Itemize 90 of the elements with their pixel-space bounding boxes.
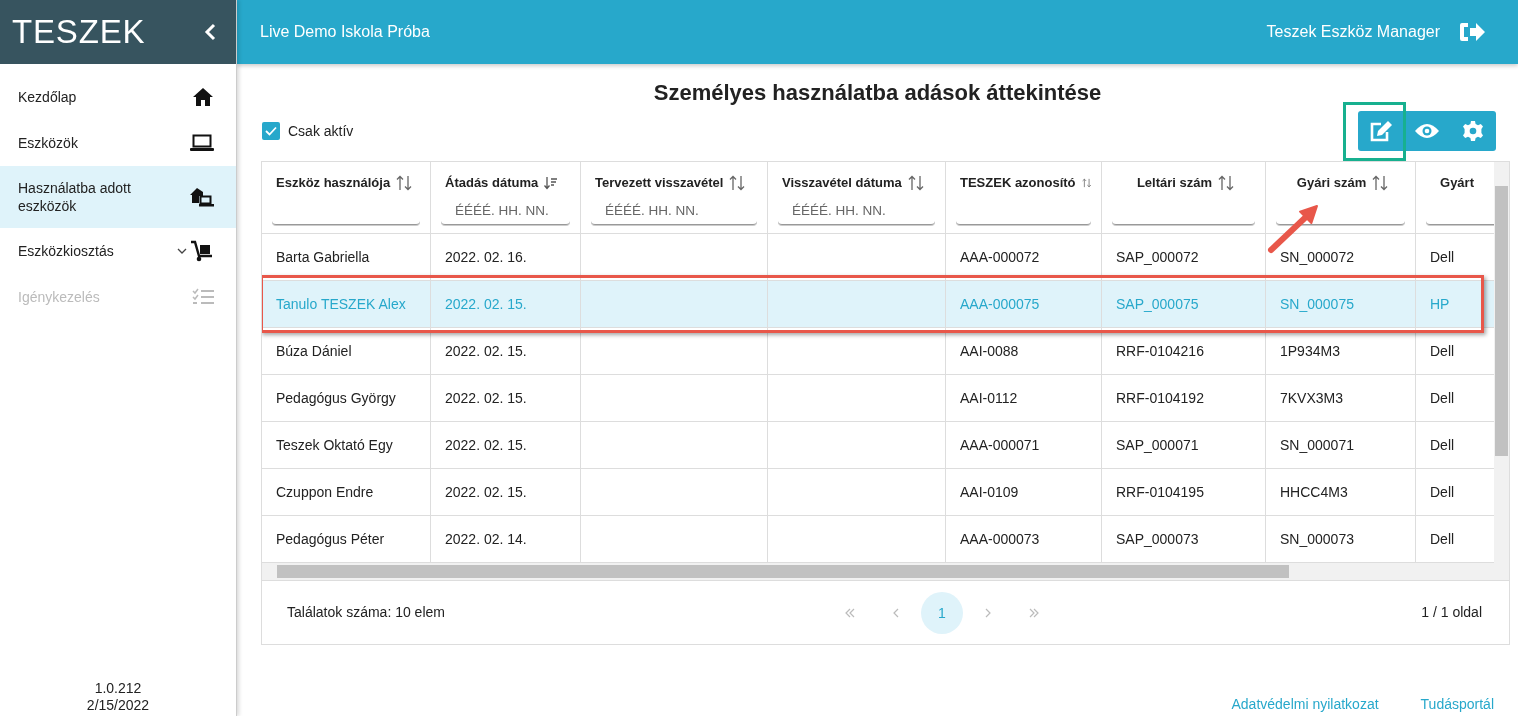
date-filter-field[interactable]: ÉÉÉÉ. HH. NN. — [441, 199, 570, 225]
table-cell-text: AAA-000072 — [960, 247, 1040, 267]
table-cell-text: 2022. 02. 15. — [445, 435, 527, 455]
table-cell-text: Dell — [1430, 341, 1455, 361]
vertical-scrollbar[interactable] — [1494, 162, 1509, 563]
table-cell-text: Czuppon Endre — [276, 482, 374, 502]
gear-icon — [1462, 120, 1484, 142]
column-header[interactable]: Eszköz használója — [276, 173, 391, 193]
sort-icon[interactable] — [396, 175, 413, 191]
column-header[interactable]: Gyári szám — [1296, 173, 1367, 193]
table-cell-text: RRF-0104192 — [1116, 388, 1204, 408]
page-summary: 1 / 1 oldal — [1421, 603, 1482, 622]
column-header[interactable]: Átadás dátuma — [445, 173, 539, 193]
table-cell-text: Dell — [1430, 529, 1455, 549]
table-cell-text: AAI-0112 — [960, 388, 1018, 408]
table-cell-text: Dell — [1430, 247, 1455, 267]
version-text: 1.0.212 — [94, 680, 142, 697]
sidebar-item[interactable]: Használatba adott eszközök — [0, 166, 236, 228]
table-cell-text: Teszek Oktató Egy — [276, 435, 393, 455]
logout-icon[interactable] — [1458, 20, 1486, 44]
table-cell-text: SAP_000072 — [1116, 247, 1199, 267]
table-cell-text: 2022. 02. 15. — [445, 482, 527, 502]
sort-icon[interactable] — [1218, 175, 1235, 191]
table-cell-text: Pedagógus Péter — [276, 529, 385, 549]
sidebar-item[interactable]: Eszközök — [0, 120, 236, 166]
table-cell-text: 7KVX3M3 — [1280, 388, 1344, 408]
table-cell-text: 2022. 02. 16. — [445, 247, 527, 267]
table-cell-text: HP — [1430, 294, 1450, 314]
date-filter-field[interactable]: ÉÉÉÉ. HH. NN. — [778, 199, 935, 225]
version-date: 2/15/2022 — [86, 697, 150, 714]
hand-truck-icon — [190, 240, 214, 262]
table-cell-text: SAP_000071 — [1116, 435, 1199, 455]
double-chevron-icon — [844, 608, 856, 618]
sidebar-item[interactable]: Eszközkiosztás — [0, 228, 236, 274]
table-cell-text: Barta Gabriella — [276, 247, 370, 267]
edit-icon — [1369, 120, 1393, 142]
table-cell-text: Dell — [1430, 435, 1455, 455]
table-cell-text: 2022. 02. 14. — [445, 529, 527, 549]
table-cell-text: Pedagógus György — [276, 388, 396, 408]
sort-icon[interactable] — [907, 175, 924, 191]
eye-icon — [1414, 122, 1440, 140]
sort-icon[interactable] — [1372, 175, 1389, 191]
table-cell-text: Búza Dániel — [276, 341, 352, 361]
table-cell-text: AAI-0088 — [960, 341, 1019, 361]
table-cell-text: Dell — [1430, 388, 1455, 408]
column-header[interactable]: Tervezett visszavétel — [595, 173, 724, 193]
table-cell-text: Dell — [1430, 482, 1455, 502]
checklist-icon — [192, 288, 214, 306]
table-cell-text: 2022. 02. 15. — [445, 341, 527, 361]
sort-descending-icon[interactable] — [544, 176, 559, 190]
table-cell-text: 1P934M3 — [1280, 341, 1340, 361]
results-count: Találatok száma: 10 elem — [287, 603, 445, 622]
scrollbar-thumb[interactable] — [277, 565, 1289, 578]
table-cell-text: SAP_000073 — [1116, 529, 1199, 549]
double-chevron-icon — [1028, 608, 1040, 618]
home-icon — [192, 87, 214, 107]
column-header[interactable]: Leltári szám — [1136, 173, 1213, 193]
column-header[interactable]: TESZEK azonosító — [960, 173, 1076, 193]
table-cell-text: AAA-000073 — [960, 529, 1040, 549]
app-logo: TESZEK — [12, 12, 146, 53]
checkbox-label: Csak aktív — [288, 121, 354, 141]
date-filter-field[interactable]: ÉÉÉÉ. HH. NN. — [591, 199, 757, 225]
laptop-icon — [190, 134, 214, 152]
house-laptop-icon — [190, 187, 214, 207]
table-cell-text: 2022. 02. 15. — [445, 388, 527, 408]
page-title: Személyes használatba adások áttekintése — [652, 79, 1103, 104]
table-cell-text: Tanulo TESZEK Alex — [276, 294, 406, 314]
table-cell-text: SAP_000075 — [1116, 294, 1199, 314]
sort-icon[interactable] — [729, 175, 746, 191]
table-cell-text: SN_000073 — [1280, 529, 1354, 549]
horizontal-scrollbar[interactable] — [262, 563, 1509, 580]
scrollbar-thumb[interactable] — [1495, 186, 1508, 456]
table-cell-text: AAI-0109 — [960, 482, 1019, 502]
sidebar-item[interactable]: Kezdőlap — [0, 74, 236, 120]
table-cell-text: RRF-0104195 — [1116, 482, 1204, 502]
checkbox[interactable] — [262, 122, 280, 140]
table-cell-text: AAA-000075 — [960, 294, 1040, 314]
collapse-icon[interactable] — [204, 23, 216, 41]
column-header[interactable]: Gyárt — [1440, 173, 1474, 193]
table-cell-text: HHCC4M3 — [1280, 482, 1348, 502]
app-name: Teszek Eszköz Manager — [1266, 22, 1440, 42]
table-cell-text: SN_000072 — [1280, 247, 1354, 267]
checkmark-icon — [265, 126, 277, 136]
table-cell-text: 2022. 02. 15. — [445, 294, 527, 314]
table-cell-text: RRF-0104216 — [1116, 341, 1204, 361]
column-header[interactable]: Visszavétel dátuma — [782, 173, 902, 193]
school-name: Live Demo Iskola Próba — [260, 22, 430, 42]
table-cell-text: AAA-000071 — [960, 435, 1040, 455]
table-cell-text: SN_000075 — [1280, 294, 1354, 314]
table-cell-text: SN_000071 — [1280, 435, 1354, 455]
